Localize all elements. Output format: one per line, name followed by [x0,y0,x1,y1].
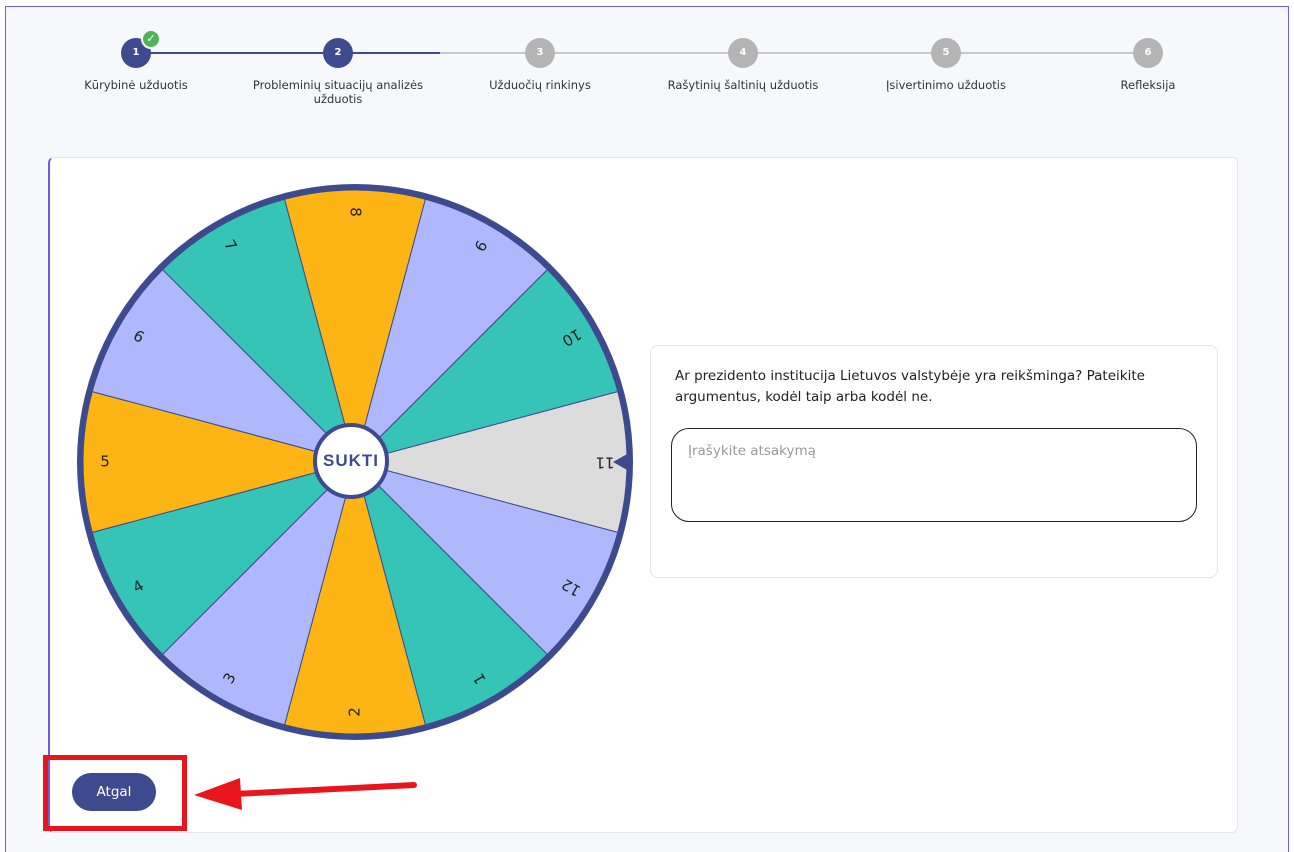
step-1-label: Kūrybinė užduotis [84,78,188,92]
spin-button[interactable]: SUKTI [313,423,389,499]
step-5-label: Įsivertinimo užduotis [886,78,1006,92]
step-4-label: Rašytinių šaltinių užduotis [667,78,819,92]
step-2-label: Probleminių situacijų analizės užduotis [252,78,424,106]
step-2-circle[interactable]: 2 [323,38,353,68]
step-5-circle[interactable]: 5 [931,38,961,68]
step-3-circle[interactable]: 3 [525,38,555,68]
step-6-label: Refleksija [1120,78,1176,92]
wheel-label-11: 11 [595,454,614,472]
wheel-label-5: 5 [100,453,110,471]
arrow-left-icon [194,778,417,810]
question-text: Ar prezidento institucija Lietuvos valst… [675,368,1145,405]
step-3-label: Užduočių rinkinys [489,78,591,92]
highlight-box [43,755,187,831]
step-4-circle[interactable]: 4 [728,38,758,68]
check-icon: ✓ [141,29,161,49]
question-panel: Ar prezidento institucija Lietuvos valst… [650,345,1218,578]
answer-textarea[interactable] [671,428,1197,522]
stepper-line-done [138,52,440,54]
progress-stepper: 1 ✓ Kūrybinė užduotis 2 Probleminių situ… [0,0,1294,130]
spin-wheel[interactable]: 1 2 3 4 5 6 7 8 9 10 11 12 SUKTI [70,177,640,747]
step-6-circle[interactable]: 6 [1133,38,1163,68]
wheel-label-8: 8 [347,207,365,217]
wheel-label-2: 2 [346,707,364,717]
